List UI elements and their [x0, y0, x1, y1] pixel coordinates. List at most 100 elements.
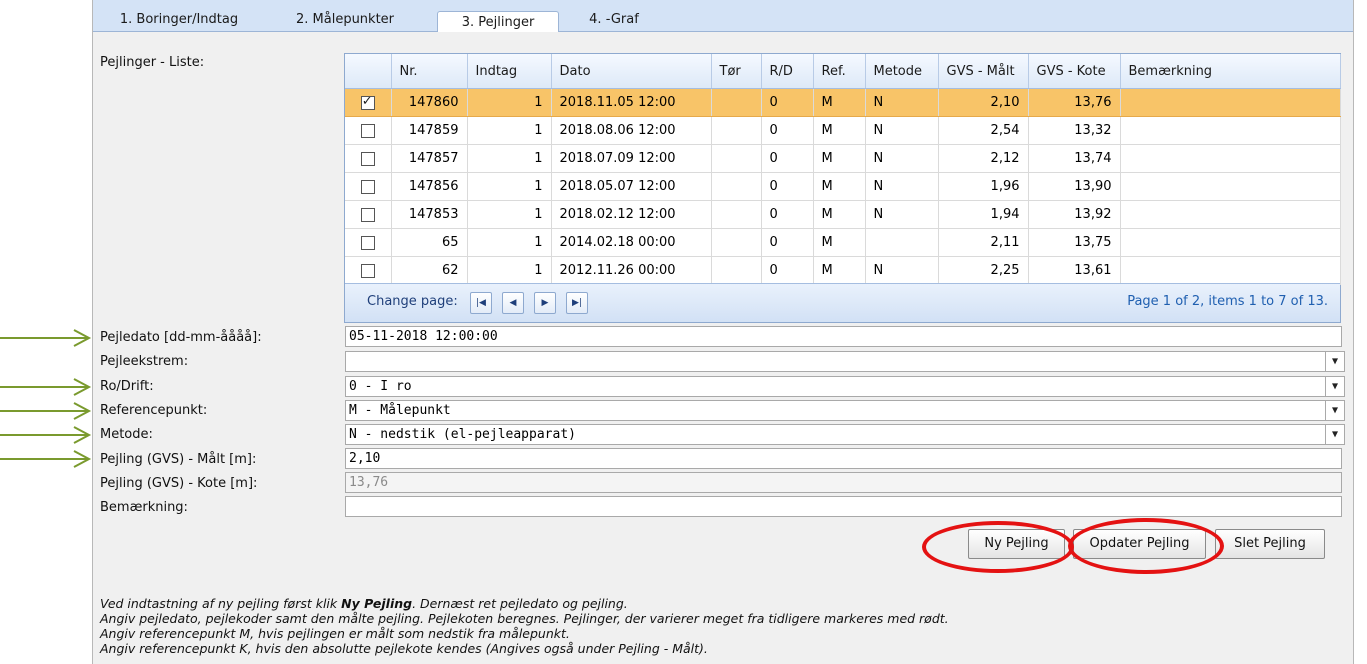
cell-bemaerkning — [1120, 228, 1341, 257]
chevron-down-icon[interactable]: ▼ — [1325, 377, 1344, 396]
note-line-1: Ved indtastning af ny pejling først klik… — [100, 596, 628, 611]
row-checkbox[interactable] — [360, 263, 375, 278]
cell-select — [345, 172, 392, 201]
referencepunkt-select[interactable]: M - Målepunkt ▼ — [345, 400, 1345, 421]
cell-metode: N — [865, 88, 939, 117]
row-checkbox[interactable] — [360, 151, 375, 166]
cell-gvs-kote: 13,32 — [1028, 116, 1121, 145]
cell-bemaerkning — [1120, 116, 1341, 145]
prev-page-icon: ◀ — [509, 298, 517, 308]
cell-indtag: 1 — [467, 88, 552, 117]
last-page-button[interactable]: ▶| — [566, 292, 588, 314]
cell-gvs-maalt: 1,96 — [938, 172, 1029, 201]
tab-maalepunkter[interactable]: 2. Målepunkter — [285, 8, 405, 31]
cell-ref: M — [813, 116, 866, 145]
table-row[interactable]: 14786012018.11.05 12:00 0MN2,1013,76 — [345, 88, 1341, 117]
slet-pejling-button[interactable]: Slet Pejling — [1215, 529, 1325, 559]
cell-indtag: 1 — [467, 172, 552, 201]
col-header-bemaerkning[interactable]: Bemærkning — [1120, 54, 1341, 89]
pejlinger-grid: Nr. Indtag Dato Tør R/D Ref. Metode GVS … — [344, 53, 1341, 323]
tab-pejlinger[interactable]: 3. Pejlinger — [437, 11, 559, 33]
col-header-gvs-kote[interactable]: GVS - Kote — [1028, 54, 1121, 89]
cell-rd: 0 — [761, 200, 814, 229]
metode-label: Metode: — [100, 427, 153, 442]
chevron-down-icon[interactable]: ▼ — [1325, 425, 1344, 444]
metode-select[interactable]: N - nedstik (el-pejleapparat) ▼ — [345, 424, 1345, 445]
cell-gvs-kote: 13,75 — [1028, 228, 1121, 257]
annotation-arrow-metode — [0, 426, 92, 444]
cell-nr: 147856 — [391, 172, 468, 201]
table-row[interactable]: 62 1 2012.11.26 00:00 0 M N 2,25 13,61 — [345, 256, 1341, 285]
bemaerkning-input[interactable] — [345, 496, 1342, 517]
col-header-nr[interactable]: Nr. — [391, 54, 468, 89]
col-header-rd[interactable]: R/D — [761, 54, 814, 89]
cell-gvs-maalt: 2,12 — [938, 144, 1029, 173]
cell-gvs-kote: 13,90 — [1028, 172, 1121, 201]
cell-ref: M — [813, 88, 866, 117]
ro-drift-select[interactable]: 0 - I ro ▼ — [345, 376, 1345, 397]
table-row[interactable]: 147859 1 2018.08.06 12:00 0 M N 2,54 13,32 — [345, 116, 1341, 145]
table-row[interactable]: 147853 1 2018.02.12 12:00 0 M N 1,94 13,92 — [345, 200, 1341, 229]
table-row[interactable]: 147856 1 2018.05.07 12:00 0 M N 1,96 13,90 — [345, 172, 1341, 201]
pejledato-input[interactable]: 05-11-2018 12:00:00 — [345, 326, 1342, 347]
cell-tor — [711, 200, 762, 229]
cell-indtag: 1 — [467, 144, 552, 173]
cell-select — [345, 144, 392, 173]
annotation-arrow-pejledato — [0, 329, 92, 347]
cell-gvs-maalt: 1,94 — [938, 200, 1029, 229]
row-checkbox[interactable] — [360, 207, 375, 222]
cell-rd: 0 — [761, 144, 814, 173]
cell-rd: 0 — [761, 172, 814, 201]
cell-tor — [711, 172, 762, 201]
cell-rd: 0 — [761, 116, 814, 145]
annotation-arrow-referencepunkt — [0, 402, 92, 420]
cell-tor — [711, 256, 762, 285]
tab-boringer-indtag[interactable]: 1. Boringer/Indtag — [109, 8, 249, 31]
cell-dato: 2014.02.18 00:00 — [551, 228, 712, 257]
tab-graf[interactable]: 4. -Graf — [569, 8, 659, 31]
row-checkbox[interactable] — [360, 235, 375, 250]
col-header-dato[interactable]: Dato — [551, 54, 712, 89]
prev-page-button[interactable]: ◀ — [502, 292, 524, 314]
row-checkbox[interactable] — [360, 123, 375, 138]
row-checkbox[interactable] — [360, 179, 375, 194]
cell-nr: 147853 — [391, 200, 468, 229]
note-line-1-pre: Ved indtastning af ny pejling først klik — [100, 596, 342, 611]
col-header-gvs-maalt[interactable]: GVS - Målt — [938, 54, 1029, 89]
cell-nr: 65 — [391, 228, 468, 257]
gvs-maalt-input[interactable]: 2,10 — [345, 448, 1342, 469]
cell-rd: 0 — [761, 256, 814, 285]
table-row[interactable]: 65 1 2014.02.18 00:00 0 M 2,11 13,75 — [345, 228, 1341, 257]
col-header-select[interactable] — [345, 54, 392, 89]
cell-bemaerkning — [1120, 88, 1341, 117]
cell-nr: 147860 — [391, 88, 468, 117]
cell-gvs-kote: 13,76 — [1028, 88, 1121, 117]
next-page-button[interactable]: ▶ — [534, 292, 556, 314]
col-header-indtag[interactable]: Indtag — [467, 54, 552, 89]
chevron-down-icon[interactable]: ▼ — [1325, 401, 1344, 420]
cell-gvs-kote: 13,61 — [1028, 256, 1121, 285]
table-row[interactable]: 147857 1 2018.07.09 12:00 0 M N 2,12 13,74 — [345, 144, 1341, 173]
cell-gvs-maalt: 2,10 — [938, 88, 1029, 117]
col-header-ref[interactable]: Ref. — [813, 54, 866, 89]
col-header-metode[interactable]: Metode — [865, 54, 939, 89]
cell-bemaerkning — [1120, 144, 1341, 173]
first-page-button[interactable]: |◀ — [470, 292, 492, 314]
cell-nr: 147857 — [391, 144, 468, 173]
annotation-ring-opdater-pejling — [1068, 518, 1224, 574]
cell-metode: N — [865, 256, 939, 285]
chevron-down-icon[interactable]: ▼ — [1325, 352, 1344, 371]
cell-metode: N — [865, 172, 939, 201]
cell-dato: 2018.08.06 12:00 — [551, 116, 712, 145]
col-header-tor[interactable]: Tør — [711, 54, 762, 89]
cell-gvs-maalt: 2,25 — [938, 256, 1029, 285]
pejleekstrem-select[interactable]: ▼ — [345, 351, 1345, 372]
note-line-1-post: . Dernæst ret pejledato og pejling. — [412, 596, 628, 611]
note-line-3: Angiv referencepunkt M, hvis pejlingen e… — [100, 626, 570, 641]
cell-gvs-kote: 13,92 — [1028, 200, 1121, 229]
cell-dato: 2018.07.09 12:00 — [551, 144, 712, 173]
cell-tor — [711, 88, 762, 117]
cell-rd: 0 — [761, 88, 814, 117]
row-checkbox[interactable] — [360, 94, 375, 110]
note-line-4: Angiv referencepunkt K, hvis den absolut… — [100, 641, 708, 656]
